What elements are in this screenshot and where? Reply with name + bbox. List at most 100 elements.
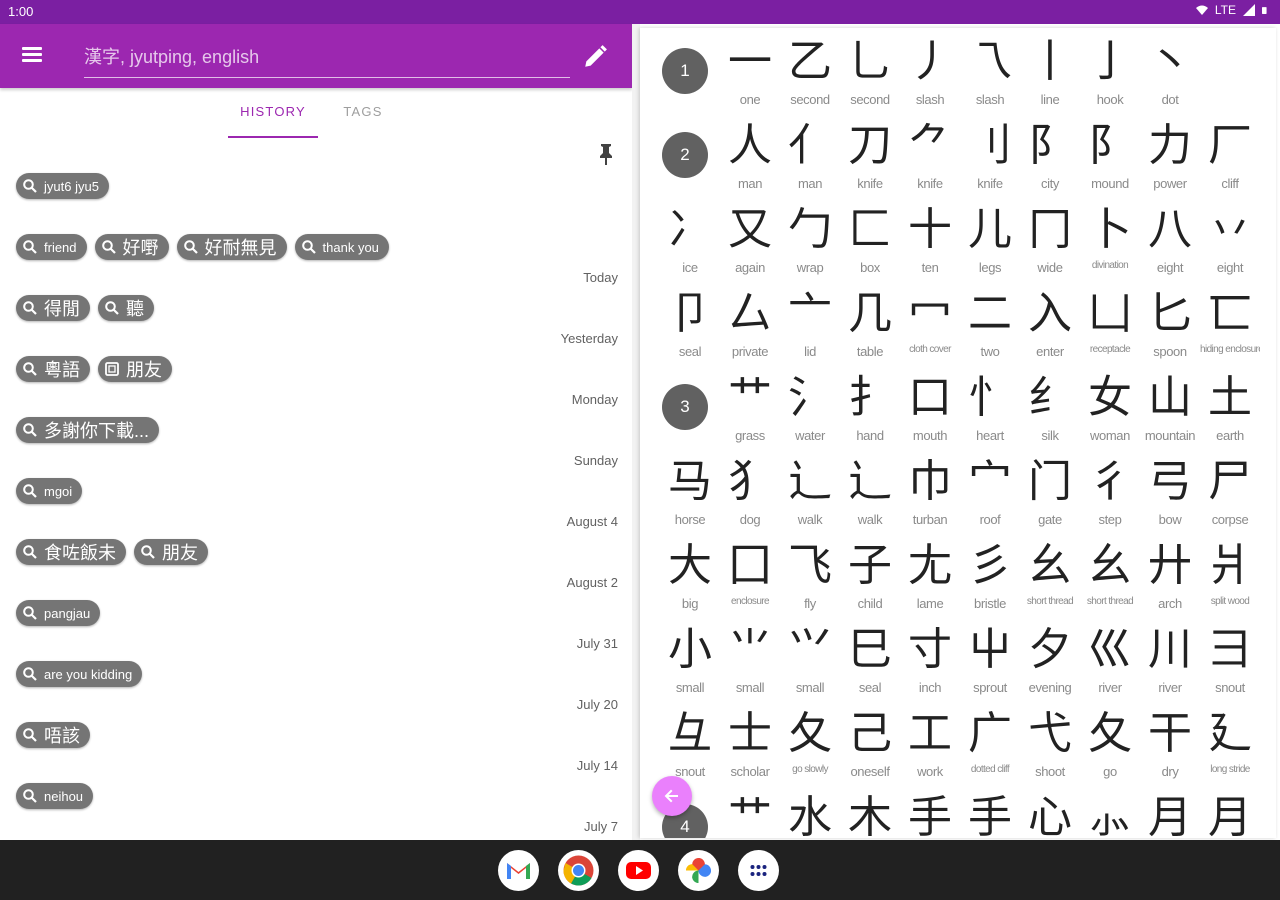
history-chip[interactable]: 好嘢 bbox=[94, 234, 169, 260]
radical-cell[interactable]: 八 eight bbox=[1140, 202, 1200, 286]
pin-icon[interactable] bbox=[596, 142, 616, 166]
radical-cell[interactable]: 彳 step bbox=[1080, 454, 1140, 538]
radical-cell[interactable]: 卜 divination bbox=[1080, 202, 1140, 286]
radical-cell[interactable]: 寸 inch bbox=[900, 622, 960, 706]
menu-icon[interactable] bbox=[22, 44, 50, 68]
radical-cell[interactable]: 士 scholar bbox=[720, 706, 780, 790]
app-drawer-icon[interactable] bbox=[738, 850, 779, 891]
radical-cell[interactable]: 冖 cloth cover bbox=[900, 286, 960, 370]
history-chip[interactable]: 食咗飯未 bbox=[16, 539, 126, 565]
radical-cell[interactable]: 亻 man bbox=[780, 118, 840, 202]
radical-cell[interactable]: 阝 mound bbox=[1080, 118, 1140, 202]
radical-cell[interactable]: 幺 short thread bbox=[1020, 538, 1080, 622]
radical-cell[interactable]: 马 horse bbox=[660, 454, 720, 538]
radical-cell[interactable]: 艹 bbox=[720, 790, 780, 838]
radical-cell[interactable]: 夕 evening bbox=[1020, 622, 1080, 706]
radical-cell[interactable]: 爿 split wood bbox=[1200, 538, 1260, 622]
history-chip[interactable]: 聽 bbox=[98, 295, 154, 321]
pencil-icon[interactable] bbox=[582, 44, 608, 70]
radical-cell[interactable]: 囗 enclosure bbox=[720, 538, 780, 622]
history-chip[interactable]: neihou bbox=[16, 783, 94, 809]
radical-cell[interactable]: 巳 seal bbox=[840, 622, 900, 706]
radical-cell[interactable]: 巛 river bbox=[1080, 622, 1140, 706]
radical-cell[interactable]: 入 enter bbox=[1020, 286, 1080, 370]
radical-cell[interactable]: 阝 city bbox=[1020, 118, 1080, 202]
youtube-icon[interactable] bbox=[618, 850, 659, 891]
photos-icon[interactable] bbox=[678, 850, 719, 891]
radical-cell[interactable]: 巾 turban bbox=[900, 454, 960, 538]
radical-cell[interactable]: 门 gate bbox=[1020, 454, 1080, 538]
radical-cell[interactable]: 山 mountain bbox=[1140, 370, 1200, 454]
radical-cell[interactable]: 几 table bbox=[840, 286, 900, 370]
radical-cell[interactable]: 扌 hand bbox=[840, 370, 900, 454]
radical-cell[interactable]: 冂 wide bbox=[1020, 202, 1080, 286]
radical-cell[interactable]: 人 man bbox=[720, 118, 780, 202]
radical-cell[interactable]: 一 one bbox=[720, 34, 780, 118]
radical-cell[interactable]: 亠 lid bbox=[780, 286, 840, 370]
radical-cell[interactable]: 大 big bbox=[660, 538, 720, 622]
radical-cell[interactable]: 丨 line bbox=[1020, 34, 1080, 118]
radical-cell[interactable]: 丷 eight bbox=[1200, 202, 1260, 286]
radical-cell[interactable]: 刀 knife bbox=[840, 118, 900, 202]
radical-cell[interactable]: 冫 ice bbox=[660, 202, 720, 286]
radical-cell[interactable]: 乁 slash bbox=[960, 34, 1020, 118]
radical-cell[interactable]: 月 bbox=[1200, 790, 1260, 838]
radical-cell[interactable]: 心 bbox=[1020, 790, 1080, 838]
radical-cell[interactable]: 犭 dog bbox=[720, 454, 780, 538]
radical-cell[interactable]: 子 child bbox=[840, 538, 900, 622]
radical-cell[interactable]: 又 again bbox=[720, 202, 780, 286]
radical-cell[interactable]: 彐 snout bbox=[1200, 622, 1260, 706]
radical-cell[interactable]: 小 small bbox=[660, 622, 720, 706]
radical-cell[interactable]: 屮 sprout bbox=[960, 622, 1020, 706]
gmail-icon[interactable] bbox=[498, 850, 539, 891]
chrome-icon[interactable] bbox=[558, 850, 599, 891]
radical-cell[interactable]: 土 earth bbox=[1200, 370, 1260, 454]
search-input[interactable] bbox=[84, 44, 570, 78]
radical-cell[interactable]: 力 power bbox=[1140, 118, 1200, 202]
history-chip[interactable]: 唔該 bbox=[16, 722, 90, 748]
radical-cell[interactable]: 氵 water bbox=[780, 370, 840, 454]
radical-cell[interactable]: 木 bbox=[840, 790, 900, 838]
radical-cell[interactable]: 纟 silk bbox=[1020, 370, 1080, 454]
radical-cell[interactable]: 己 oneself bbox=[840, 706, 900, 790]
history-chip[interactable]: thank you bbox=[294, 234, 389, 260]
radical-cell[interactable]: 广 dotted cliff bbox=[960, 706, 1020, 790]
radical-cell[interactable]: 丿 slash bbox=[900, 34, 960, 118]
radical-cell[interactable]: 匚 box bbox=[840, 202, 900, 286]
radical-cell[interactable]: 卩 seal bbox=[660, 286, 720, 370]
radical-cell[interactable]: ⺈ knife bbox=[900, 118, 960, 202]
radical-cell[interactable]: 工 work bbox=[900, 706, 960, 790]
history-chip[interactable]: 朋友 bbox=[134, 539, 208, 565]
radical-cell[interactable]: 乙 second bbox=[780, 34, 840, 118]
radical-cell[interactable]: 手 bbox=[900, 790, 960, 838]
tab-history[interactable]: HISTORY bbox=[228, 104, 318, 138]
radical-cell[interactable]: 忄 heart bbox=[960, 370, 1020, 454]
radical-cell[interactable]: 弓 bow bbox=[1140, 454, 1200, 538]
radical-cell[interactable]: ⺗ bbox=[1080, 790, 1140, 838]
radical-cell[interactable]: 厶 private bbox=[720, 286, 780, 370]
radical-cell[interactable]: 宀 roof bbox=[960, 454, 1020, 538]
radical-cell[interactable]: 凵 receptacle bbox=[1080, 286, 1140, 370]
radical-cell[interactable]: 廴 long stride bbox=[1200, 706, 1260, 790]
history-chip[interactable]: 得閒 bbox=[16, 295, 90, 321]
history-chip[interactable]: jyut6 jyu5 bbox=[16, 173, 109, 199]
history-chip[interactable]: friend bbox=[16, 234, 87, 260]
history-chip[interactable]: pangjau bbox=[16, 600, 101, 626]
radical-cell[interactable]: 辶 walk bbox=[780, 454, 840, 538]
radical-cell[interactable]: 川 river bbox=[1140, 622, 1200, 706]
radical-cell[interactable]: 手 bbox=[960, 790, 1020, 838]
radical-cell[interactable]: 飞 fly bbox=[780, 538, 840, 622]
radical-cell[interactable]: 厂 cliff bbox=[1200, 118, 1260, 202]
radical-cell[interactable]: 勹 wrap bbox=[780, 202, 840, 286]
back-fab[interactable] bbox=[652, 776, 692, 816]
radical-cell[interactable]: 廾 arch bbox=[1140, 538, 1200, 622]
radical-cell[interactable]: 夂 go bbox=[1080, 706, 1140, 790]
radical-cell[interactable]: 匕 spoon bbox=[1140, 286, 1200, 370]
radical-cell[interactable]: 幺 short thread bbox=[1080, 538, 1140, 622]
radical-cell[interactable]: 十 ten bbox=[900, 202, 960, 286]
history-chip[interactable]: 粵語 bbox=[16, 356, 90, 382]
radical-cell[interactable]: 匸 hiding enclosure bbox=[1200, 286, 1260, 370]
radical-cell[interactable]: 儿 legs bbox=[960, 202, 1020, 286]
tab-tags[interactable]: TAGS bbox=[318, 104, 408, 119]
radical-cell[interactable]: 弋 shoot bbox=[1020, 706, 1080, 790]
